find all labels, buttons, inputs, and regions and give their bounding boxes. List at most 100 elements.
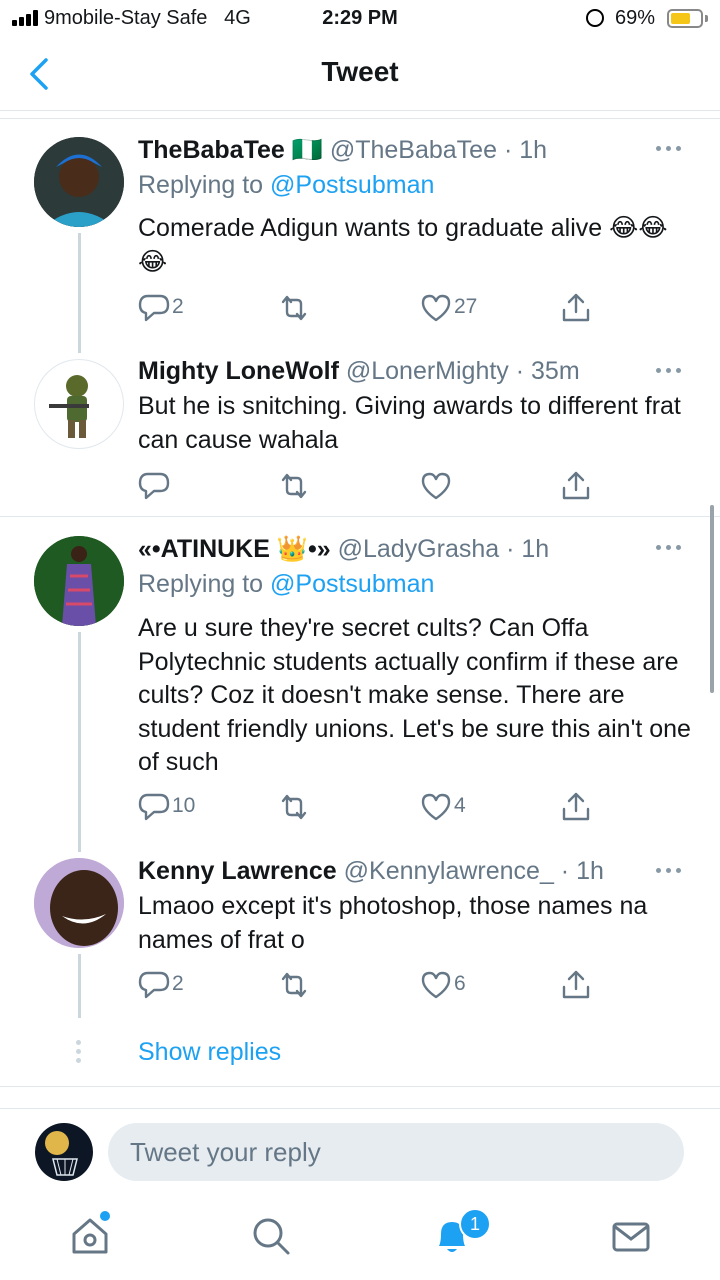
header: Tweet xyxy=(0,40,720,111)
tweet-actions xyxy=(138,470,590,502)
share-button[interactable] xyxy=(560,470,592,502)
thread-line xyxy=(78,954,81,1018)
search-icon xyxy=(253,1218,290,1255)
battery-percent: 69% xyxy=(615,7,656,29)
reply-button[interactable] xyxy=(138,470,218,502)
messages-icon xyxy=(612,1222,650,1252)
tab-bar xyxy=(0,1196,720,1280)
thread-line xyxy=(78,233,81,353)
tweet-actions: 26 xyxy=(138,969,590,1001)
clock: 2:29 PM xyxy=(322,7,398,29)
handle[interactable]: @LadyGrasha · 1h xyxy=(338,535,550,563)
retweet-icon xyxy=(281,794,307,820)
like-icon xyxy=(421,971,451,999)
reply-button[interactable]: 10 xyxy=(138,791,218,823)
thread-line xyxy=(78,632,81,852)
like-count: 4 xyxy=(454,794,466,817)
reply-count: 10 xyxy=(172,794,196,817)
handle[interactable]: @Kennylawrence_ · 1h xyxy=(344,857,604,885)
tweet-text: Are u sure they're secret cults? Can Off… xyxy=(138,614,691,776)
reply-button[interactable]: 2 xyxy=(138,969,218,1001)
divider xyxy=(0,1086,720,1087)
reply-count: 2 xyxy=(172,295,184,318)
share-icon xyxy=(562,471,590,500)
orientation-lock-icon xyxy=(586,9,604,27)
battery-level xyxy=(671,13,691,24)
avatar[interactable] xyxy=(35,1123,93,1181)
more-options-icon[interactable] xyxy=(656,545,682,553)
replying-prefix: Replying to xyxy=(138,570,271,598)
tweet-text: Comerade Adigun wants to graduate alive … xyxy=(138,214,668,276)
display-name[interactable]: «•ATINUKE 👑•» xyxy=(138,535,331,563)
like-button[interactable]: 6 xyxy=(420,969,500,1001)
display-name[interactable]: TheBabaTee 🇳🇬 xyxy=(138,136,323,164)
like-icon xyxy=(421,472,451,500)
tab-search[interactable] xyxy=(249,1214,293,1258)
retweet-icon xyxy=(281,295,307,321)
more-options-icon[interactable] xyxy=(656,868,682,876)
avatar-image xyxy=(34,536,124,626)
retweet-icon xyxy=(281,972,307,998)
avatar[interactable] xyxy=(34,359,124,449)
display-name[interactable]: Mighty LoneWolf xyxy=(138,357,339,385)
replying-to: Replying to @Postsubman xyxy=(138,570,434,599)
avatar[interactable] xyxy=(34,536,124,626)
share-button[interactable] xyxy=(560,791,592,823)
handle[interactable]: @LonerMighty · 35m xyxy=(346,357,580,385)
more-options-icon[interactable] xyxy=(656,146,682,154)
avatar[interactable] xyxy=(34,137,124,227)
retweet-icon xyxy=(281,473,307,499)
like-icon xyxy=(421,793,451,821)
avatar[interactable] xyxy=(34,858,124,948)
divider xyxy=(0,516,720,517)
show-replies-link[interactable]: Show replies xyxy=(138,1038,281,1067)
like-icon xyxy=(421,294,451,322)
like-button[interactable]: 4 xyxy=(420,791,500,823)
more-options-icon[interactable] xyxy=(656,368,682,376)
reply-bar xyxy=(0,1108,720,1197)
share-icon xyxy=(562,792,590,821)
reply-count: 2 xyxy=(172,972,184,995)
retweet-button[interactable] xyxy=(278,292,358,324)
reply-icon xyxy=(138,793,170,821)
like-button[interactable]: 27 xyxy=(420,292,500,324)
tweet-actions: 10 4 xyxy=(138,791,590,823)
like-count: 27 xyxy=(454,295,478,318)
avatar-image xyxy=(35,1123,93,1181)
notification-badge: 1 xyxy=(459,1208,491,1240)
share-icon xyxy=(562,293,590,322)
handle[interactable]: @TheBabaTee · 1h xyxy=(330,136,547,164)
reply-input[interactable] xyxy=(108,1123,684,1181)
replying-to-link[interactable]: @Postsubman xyxy=(270,570,434,598)
replying-to-link[interactable]: @Postsubman xyxy=(270,171,434,199)
scrollbar[interactable] xyxy=(710,505,714,693)
reply-icon xyxy=(138,472,170,500)
reply-icon xyxy=(138,294,170,322)
battery-nub xyxy=(705,15,708,22)
reply-button[interactable]: 2 xyxy=(138,292,218,324)
retweet-button[interactable] xyxy=(278,969,358,1001)
reply-icon xyxy=(138,971,170,999)
share-button[interactable] xyxy=(560,292,592,324)
divider xyxy=(0,118,720,119)
status-bar: 9mobile-Stay Safe 4G 2:29 PM 69% xyxy=(0,0,720,40)
tweet-text: Lmaoo except it's photoshop, those names… xyxy=(138,892,648,954)
tweet-text: But he is snitching. Giving awards to di… xyxy=(138,392,681,454)
replying-to: Replying to @Postsubman xyxy=(138,171,434,200)
retweet-button[interactable] xyxy=(278,470,358,502)
page-title: Tweet xyxy=(321,56,399,87)
avatar-image xyxy=(34,858,124,948)
tweet-actions: 2 27 xyxy=(138,292,590,324)
new-content-dot xyxy=(100,1211,110,1221)
battery-icon xyxy=(667,9,703,28)
like-count: 6 xyxy=(454,972,466,995)
retweet-button[interactable] xyxy=(278,791,358,823)
tab-messages[interactable] xyxy=(609,1214,653,1258)
avatar-image xyxy=(49,375,89,438)
display-name[interactable]: Kenny Lawrence xyxy=(138,857,337,885)
thread-ellipsis xyxy=(76,1040,82,1064)
share-button[interactable] xyxy=(560,969,592,1001)
share-icon xyxy=(562,970,590,999)
like-button[interactable] xyxy=(420,470,500,502)
avatar-image xyxy=(34,137,124,227)
